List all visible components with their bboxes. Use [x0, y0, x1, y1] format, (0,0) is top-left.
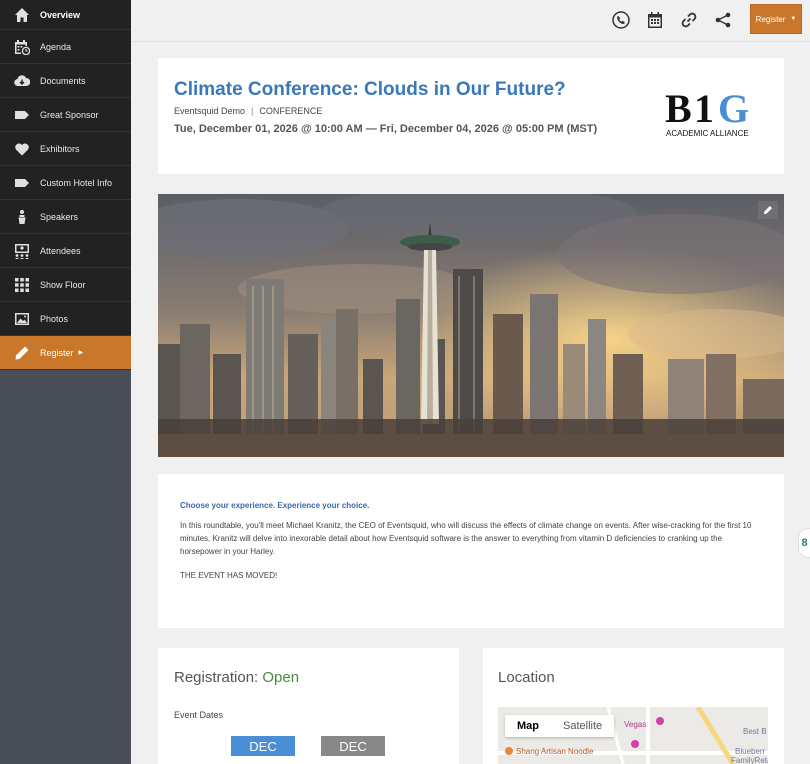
sidebar: Overview Agenda Documents Great Sponsor … — [0, 0, 131, 764]
sidebar-item-label: Overview — [40, 9, 81, 20]
registration-label: Registration: — [174, 669, 259, 686]
sidebar-item-exhibitors[interactable]: Exhibitors — [0, 132, 131, 166]
sidebar-item-label: Attendees — [40, 245, 81, 256]
calendar-clock-icon — [13, 38, 30, 55]
event-description-card: Choose your experience. Experience your … — [158, 474, 784, 628]
hero-image — [158, 194, 784, 457]
pencil-icon — [763, 205, 773, 215]
sidebar-item-register[interactable]: Register ▶ — [0, 336, 131, 370]
event-dates: Tue, December 01, 2026 @ 10:00 AM — Fri,… — [174, 123, 598, 135]
caret-right-icon: ▶ — [78, 350, 84, 356]
sidebar-item-label: Register — [40, 347, 74, 358]
description-body: In this roundtable, you'll meet Michael … — [180, 521, 752, 556]
sidebar-item-great-sponsor[interactable]: Great Sponsor — [0, 98, 131, 132]
sidebar-item-label: Speakers — [40, 211, 79, 222]
svg-text:B: B — [665, 88, 692, 131]
map-poi-label: Shang Artisan Noodle — [516, 747, 594, 756]
attendees-icon — [13, 242, 30, 259]
registration-status: Open — [262, 669, 300, 686]
grid-icon — [13, 276, 30, 293]
event-title: Climate Conference: Clouds in Our Future… — [174, 79, 566, 100]
sidebar-item-speakers[interactable]: Speakers — [0, 200, 131, 234]
seattle-skyline-photo — [158, 194, 784, 457]
sidebar-item-attendees[interactable]: Attendees — [0, 234, 131, 268]
sidebar-item-label: Exhibitors — [40, 143, 80, 154]
share-icon[interactable] — [712, 9, 734, 31]
svg-text:ACADEMIC ALLIANCE: ACADEMIC ALLIANCE — [666, 129, 749, 138]
speaker-podium-icon — [13, 208, 30, 225]
edit-image-button[interactable] — [758, 201, 778, 219]
sidebar-item-label: Show Floor — [40, 279, 86, 290]
sidebar-item-label: Great Sponsor — [40, 109, 99, 120]
map-poi-label: Blueberr — [735, 747, 766, 756]
map-poi-label: Vegas — [624, 720, 646, 729]
sidebar-item-label: Photos — [40, 313, 69, 324]
phone-icon[interactable] — [610, 9, 632, 31]
sidebar-item-documents[interactable]: Documents — [0, 64, 131, 98]
tag-icon — [13, 174, 30, 191]
chevron-down-icon: ▼ — [790, 16, 797, 22]
sidebar-item-label: Documents — [40, 75, 86, 86]
description-heading: Choose your experience. Experience your … — [180, 501, 370, 510]
sidebar-item-label: Custom Hotel Info — [40, 177, 113, 188]
svg-text:1: 1 — [694, 88, 714, 131]
event-header-card: Climate Conference: Clouds in Our Future… — [158, 58, 784, 174]
register-button-label: Register — [755, 14, 786, 24]
location-card: Location Shang Artisan Noodle Vegas Best… — [483, 648, 784, 764]
sidebar-item-label: Agenda — [40, 41, 72, 52]
home-icon — [13, 6, 30, 23]
calendar-icon[interactable] — [644, 9, 666, 31]
big-ten-academic-alliance-logo: B 1 G ACADEMIC ALLIANCE — [665, 88, 749, 138]
registration-card: Registration: Open Event Dates DEC DEC — [158, 648, 459, 764]
tag-icon — [13, 106, 30, 123]
heart-icon — [13, 140, 30, 157]
event-meta: Eventsquid Demo | CONFERENCE — [174, 106, 323, 116]
map-tab-satellite[interactable]: Satellite — [551, 715, 614, 737]
map-type-toggle: Map Satellite — [505, 715, 615, 737]
sidebar-nav: Overview Agenda Documents Great Sponsor … — [0, 0, 131, 370]
image-icon — [13, 310, 30, 327]
event-organizer: Eventsquid Demo — [174, 106, 246, 116]
sidebar-item-photos[interactable]: Photos — [0, 302, 131, 336]
map-poi-label: FamilyReta — [731, 756, 768, 764]
location-map[interactable]: Shang Artisan Noodle Vegas Best B Bluebe… — [498, 707, 768, 764]
side-widget-tab[interactable]: 8 — [798, 528, 810, 558]
cloud-download-icon — [13, 72, 30, 89]
start-date-badge: DEC — [231, 736, 295, 756]
location-title: Location — [498, 669, 555, 686]
svg-text:G: G — [718, 88, 749, 131]
sidebar-item-show-floor[interactable]: Show Floor — [0, 268, 131, 302]
event-dates-label: Event Dates — [174, 710, 224, 720]
top-bar: Register ▼ — [131, 0, 810, 42]
registration-title: Registration: Open — [174, 669, 299, 686]
pencil-icon — [13, 344, 30, 361]
link-icon[interactable] — [678, 9, 700, 31]
sidebar-item-custom-hotel-info[interactable]: Custom Hotel Info — [0, 166, 131, 200]
map-poi-label: Best B — [743, 727, 767, 736]
sidebar-item-overview[interactable]: Overview — [0, 0, 131, 30]
event-category: CONFERENCE — [259, 106, 323, 116]
description-note: THE EVENT HAS MOVED! — [180, 571, 278, 580]
register-button[interactable]: Register ▼ — [750, 4, 802, 34]
map-tab-map[interactable]: Map — [505, 715, 551, 737]
sidebar-item-agenda[interactable]: Agenda — [0, 30, 131, 64]
end-date-badge: DEC — [321, 736, 385, 756]
